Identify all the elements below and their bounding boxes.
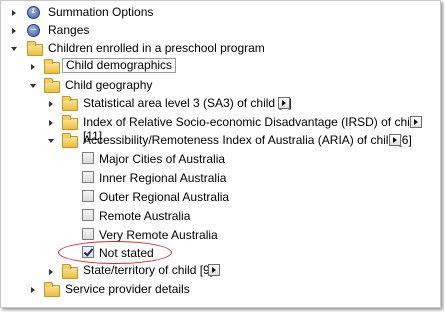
checkbox-major-cities[interactable] xyxy=(82,152,94,164)
triangle-down-icon xyxy=(47,138,54,143)
triangle-right-icon xyxy=(11,9,16,16)
checkbox-not-stated[interactable] xyxy=(82,246,94,258)
tree-item-aria[interactable]: Accessibility/Remoteness Index of Austra… xyxy=(83,133,412,147)
aria-item-label: Outer Regional Australia xyxy=(99,190,230,204)
aria-item-label: Not stated xyxy=(99,246,154,260)
folder-icon xyxy=(62,96,78,111)
checkbox-outer-regional[interactable] xyxy=(82,190,94,202)
tree-item-service-provider[interactable]: Service provider details xyxy=(65,282,190,296)
triangle-right-icon xyxy=(48,268,53,275)
aria-item-label: Inner Regional Australia xyxy=(99,171,227,185)
triangle-right-icon xyxy=(48,100,53,107)
triangle-right-icon xyxy=(30,286,35,293)
expand-toggle-service-provider[interactable] xyxy=(28,285,37,294)
sa3-menu-button[interactable] xyxy=(278,97,290,109)
expand-toggle-irsd[interactable] xyxy=(46,118,55,127)
tree-item-child-demographics[interactable]: Child demographics xyxy=(62,58,177,73)
summation-icon: Σ xyxy=(27,6,40,19)
collapse-toggle-child-geography[interactable] xyxy=(28,81,37,90)
expand-toggle-state[interactable] xyxy=(46,267,55,276)
menu-arrow-icon xyxy=(212,267,216,273)
tree-item-ranges[interactable]: Ranges xyxy=(48,23,89,37)
tree-item-state-territory[interactable]: State/territory of child [9] xyxy=(83,263,213,277)
checkbox-very-remote[interactable] xyxy=(82,228,94,240)
triangle-right-icon xyxy=(48,119,53,126)
ranges-icon: — xyxy=(27,24,40,37)
expand-toggle-sa3[interactable] xyxy=(46,99,55,108)
aria-item-label: Very Remote Australia xyxy=(99,228,218,242)
triangle-down-icon xyxy=(29,83,36,88)
tree-item-children-enrolled[interactable]: Children enrolled in a preschool program xyxy=(48,41,265,55)
folder-icon xyxy=(44,59,60,74)
menu-arrow-icon xyxy=(414,119,418,125)
tree-panel: Σ Summation Options — Ranges Children en… xyxy=(0,0,441,308)
folder-icon xyxy=(44,282,60,297)
folder-icon xyxy=(44,78,60,93)
expand-toggle-summation[interactable] xyxy=(9,8,18,17)
triangle-right-icon xyxy=(30,63,35,70)
menu-arrow-icon xyxy=(393,137,397,143)
tree-item-sa3[interactable]: Statistical area level 3 (SA3) of child … xyxy=(83,96,292,110)
triangle-down-icon xyxy=(10,46,17,51)
aria-menu-button[interactable] xyxy=(389,134,401,146)
folder-icon xyxy=(27,41,43,56)
folder-icon xyxy=(62,133,78,148)
expand-toggle-child-demographics[interactable] xyxy=(28,62,37,71)
collapse-toggle-children-enrolled[interactable] xyxy=(9,44,18,53)
irsd-menu-button[interactable] xyxy=(410,116,422,128)
checkbox-remote[interactable] xyxy=(82,209,94,221)
tree-item-child-geography[interactable]: Child geography xyxy=(65,78,152,92)
aria-item-label: Remote Australia xyxy=(99,209,191,223)
aria-item-label: Major Cities of Australia xyxy=(99,152,226,166)
triangle-right-icon xyxy=(11,27,16,34)
tree-item-summation-options[interactable]: Summation Options xyxy=(48,5,153,19)
expand-toggle-ranges[interactable] xyxy=(9,26,18,35)
folder-icon xyxy=(62,115,78,130)
collapse-toggle-aria[interactable] xyxy=(46,136,55,145)
checkbox-inner-regional[interactable] xyxy=(82,171,94,183)
menu-arrow-icon xyxy=(282,100,286,106)
state-menu-button[interactable] xyxy=(208,264,220,276)
folder-icon xyxy=(62,264,78,279)
